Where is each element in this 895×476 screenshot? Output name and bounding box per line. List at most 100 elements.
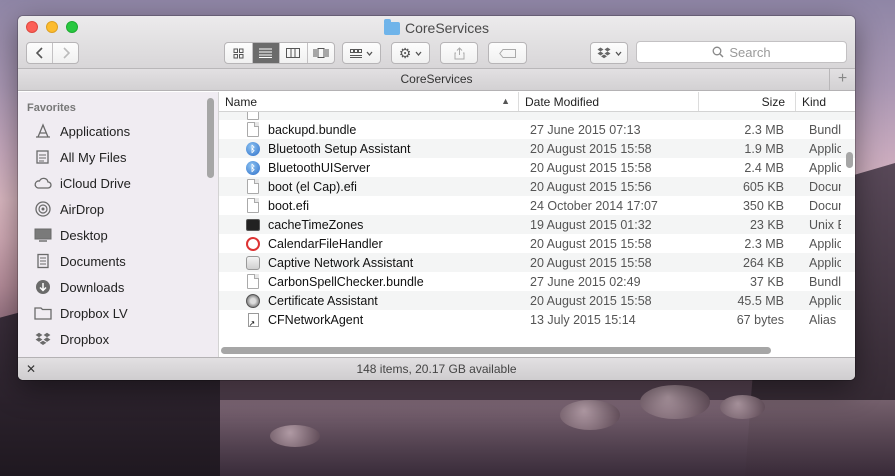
dropbox-icon [34, 330, 52, 348]
file-date: 19 August 2015 01:32 [530, 217, 652, 232]
column-header-size[interactable]: Size [699, 92, 796, 111]
terminal-icon [246, 218, 260, 231]
document-icon [247, 274, 259, 289]
file-kind: Alias [809, 312, 837, 327]
chevron-left-icon [35, 47, 43, 59]
table-row[interactable]: backupd.bundle 27 June 2015 07:13 2.3 MB Bu… [219, 120, 855, 139]
file-name: backupd.bundle [268, 122, 357, 137]
table-row-partial[interactable] [219, 329, 855, 337]
sidebar-item-airdrop[interactable]: AirDrop [18, 196, 218, 222]
file-size: 2.3 MB [744, 122, 784, 137]
share-icon [454, 46, 464, 59]
table-row[interactable]: ᛒ BluetoothUIServer 20 August 2015 15:58 2.… [219, 158, 855, 177]
applications-icon [34, 122, 52, 140]
list-view-button[interactable] [252, 43, 280, 63]
status-bar: ✕ 148 items, 20.17 GB available [18, 357, 855, 380]
column-header-kind[interactable]: Kind [796, 92, 841, 111]
window-title-text: CoreServices [404, 20, 490, 36]
sidebar-item-desktop[interactable]: Desktop [18, 222, 218, 248]
file-name: CFNetworkAgent [268, 312, 364, 327]
document-icon [247, 179, 259, 194]
calendar-app-icon [246, 236, 260, 251]
file-name: boot (el Cap).efi [268, 179, 357, 194]
table-row[interactable]: boot.efi 24 October 2014 17:07 350 KB Docum… [219, 196, 855, 215]
file-kind: Bundle [809, 122, 841, 137]
table-row[interactable]: cacheTimeZones 19 August 2015 01:32 23 KB U… [219, 215, 855, 234]
file-name-cell: Captive Network Assistant [219, 255, 519, 271]
file-size: 1.9 MB [744, 141, 784, 156]
sidebar: Favorites Applications All My Files iClo… [18, 92, 219, 357]
alias-icon [247, 312, 259, 328]
vertical-scrollbar[interactable] [846, 152, 853, 168]
documents-icon [34, 252, 52, 270]
file-size: 2.4 MB [744, 160, 784, 175]
file-date: 20 August 2015 15:56 [530, 179, 652, 194]
toolbar-customize-icon[interactable]: ✕ [26, 358, 36, 380]
sidebar-item-all-my-files[interactable]: All My Files [18, 144, 218, 170]
table-row[interactable]: CFNetworkAgent 13 July 2015 15:14 67 bytes… [219, 310, 855, 329]
status-text: 148 items, 20.17 GB available [356, 362, 517, 376]
file-date: 20 August 2015 15:58 [530, 255, 652, 270]
arrange-button[interactable] [342, 42, 381, 64]
file-size: 23 KB [749, 217, 784, 232]
table-row[interactable]: Captive Network Assistant 20 August 2015 … [219, 253, 855, 272]
action-button[interactable]: ⚙ [391, 42, 430, 64]
column-header-date-modified[interactable]: Date Modified [519, 92, 699, 111]
tab-title[interactable]: CoreServices [400, 72, 472, 86]
all-files-icon [34, 148, 52, 166]
file-name: BluetoothUIServer [268, 160, 371, 175]
certificate-app-icon [246, 293, 260, 308]
bluetooth-app-icon: ᛒ [246, 160, 260, 175]
share-button[interactable] [440, 42, 478, 64]
sidebar-item-label: Dropbox LV [60, 305, 128, 321]
sidebar-item-label: Applications [60, 123, 131, 139]
table-row[interactable]: CalendarFileHandler 20 August 2015 15:58 2… [219, 234, 855, 253]
sidebar-item-icloud-drive[interactable]: iCloud Drive [18, 170, 218, 196]
column-header-name[interactable]: Name ▲ [219, 92, 519, 111]
search-input[interactable]: Search [636, 41, 847, 63]
finder-window: CoreServices ⚙ Search CoreServices + Fav… [18, 16, 855, 380]
tags-button[interactable] [488, 42, 527, 64]
column-header-label: Size [761, 94, 785, 109]
file-date: 27 June 2015 07:13 [530, 122, 641, 137]
sidebar-item-downloads[interactable]: Downloads [18, 274, 218, 300]
sidebar-scrollbar[interactable] [207, 98, 214, 178]
table-row[interactable]: Certificate Assistant 20 August 2015 15:5… [219, 291, 855, 310]
airdrop-icon [34, 200, 52, 218]
table-row[interactable]: ᛒ Bluetooth Setup Assistant 20 August 2015… [219, 139, 855, 158]
folder-icon [383, 18, 400, 35]
back-forward-group [26, 42, 79, 64]
columns-icon [286, 48, 301, 58]
view-mode-group [224, 42, 335, 64]
sidebar-item-applications[interactable]: Applications [18, 118, 218, 144]
table-row[interactable]: CarbonSpellChecker.bundle 27 June 2015 02… [219, 272, 855, 291]
application-icon [246, 255, 260, 270]
file-rows: backupd.bundle 27 June 2015 07:13 2.3 MB Bu… [219, 112, 855, 337]
new-tab-button[interactable]: + [829, 69, 855, 90]
file-kind: Document [809, 179, 841, 194]
file-size: 37 KB [749, 274, 784, 289]
folder-icon [34, 304, 52, 322]
sidebar-item-documents[interactable]: Documents [18, 248, 218, 274]
forward-button[interactable] [53, 43, 78, 63]
cover-flow-button[interactable] [308, 43, 335, 63]
file-kind: Application [809, 141, 841, 156]
file-name-cell: CFNetworkAgent [219, 312, 519, 328]
file-name: Certificate Assistant [268, 293, 378, 308]
icon-view-button[interactable] [225, 43, 253, 63]
table-row-partial[interactable] [219, 112, 855, 120]
table-row[interactable]: boot (el Cap).efi 20 August 2015 15:56 605… [219, 177, 855, 196]
bluetooth-app-icon: ᛒ [246, 141, 260, 156]
back-button[interactable] [27, 43, 53, 63]
dropbox-button[interactable] [590, 42, 628, 64]
column-headers: Name ▲ Date Modified Size Kind [219, 92, 855, 112]
horizontal-scrollbar[interactable] [221, 347, 771, 354]
file-kind: Application [809, 160, 841, 175]
file-name-cell: boot.efi [219, 198, 519, 214]
desktop-rock [640, 385, 710, 419]
column-view-button[interactable] [280, 43, 308, 63]
sidebar-item-dropbox-lv[interactable]: Dropbox LV [18, 300, 218, 326]
cloud-icon [34, 174, 52, 192]
sidebar-item-dropbox[interactable]: Dropbox [18, 326, 218, 352]
file-date: 27 June 2015 02:49 [530, 274, 641, 289]
